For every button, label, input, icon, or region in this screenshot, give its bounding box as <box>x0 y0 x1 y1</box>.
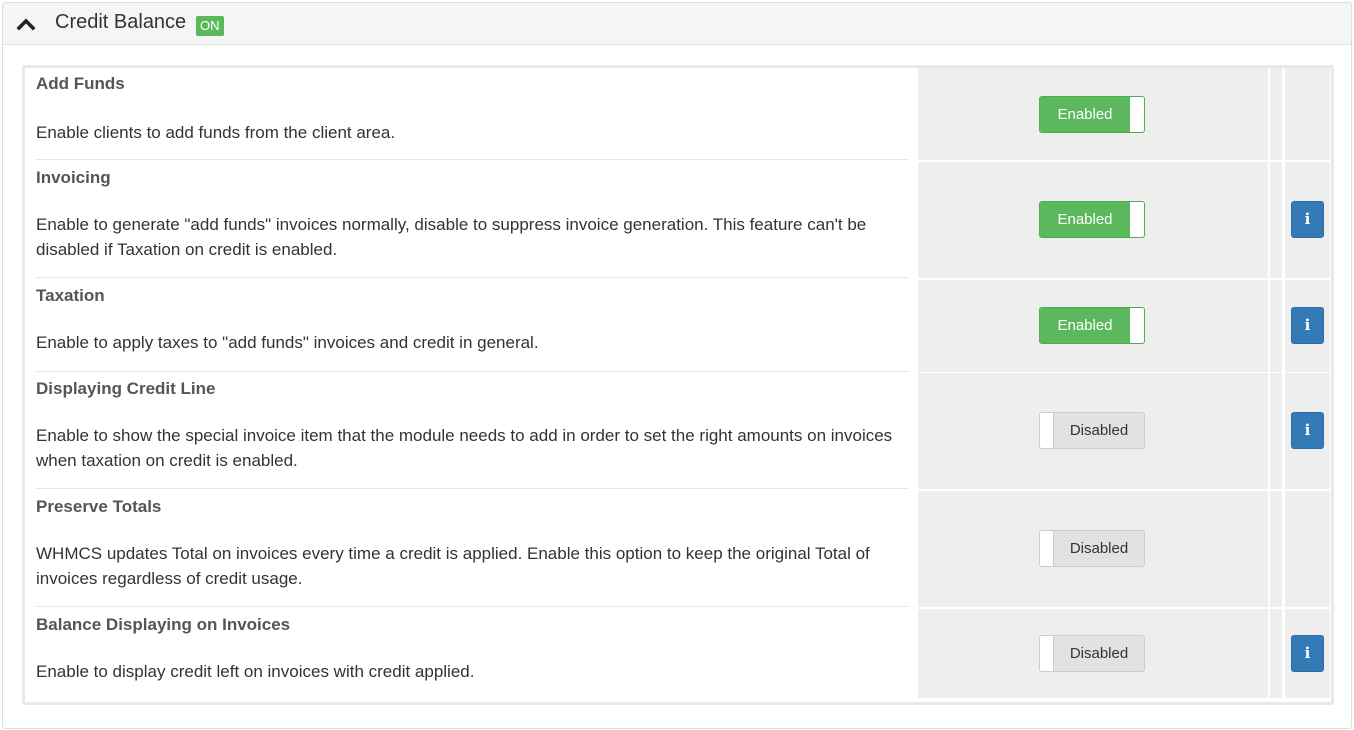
displaying-credit-line-info-button[interactable]: i <box>1291 412 1324 449</box>
spacer-cell <box>1270 162 1282 278</box>
toggle-label: Enabled <box>1057 211 1113 228</box>
setting-title: Add Funds <box>36 74 125 93</box>
add-funds-toggle[interactable]: Enabled <box>1039 96 1145 133</box>
toggle-cell: Disabled <box>918 491 1268 607</box>
balance-displaying-toggle[interactable]: Disabled <box>1039 635 1145 672</box>
spacer-cell <box>1270 280 1282 372</box>
toggle-handle <box>1130 97 1144 132</box>
setting-row-preserve-totals: Preserve Totals WHMCS updates Total on i… <box>25 491 1331 607</box>
setting-text: Taxation Enable to apply taxes to "add f… <box>36 280 909 372</box>
toggle-cell: Disabled <box>918 373 1268 489</box>
setting-text: Invoicing Enable to generate "add funds"… <box>36 162 909 278</box>
taxation-toggle[interactable]: Enabled <box>1039 307 1145 344</box>
balance-displaying-info-button[interactable]: i <box>1291 635 1324 672</box>
setting-row-invoicing: Invoicing Enable to generate "add funds"… <box>25 162 1331 278</box>
chevron-up-icon[interactable] <box>16 15 36 31</box>
info-cell: i <box>1285 373 1330 489</box>
setting-title: Invoicing <box>36 168 111 187</box>
status-badge: ON <box>196 16 224 36</box>
setting-row-add-funds: Add Funds Enable clients to add funds fr… <box>25 68 1331 160</box>
displaying-credit-line-toggle[interactable]: Disabled <box>1039 412 1145 449</box>
info-icon: i <box>1304 644 1311 662</box>
toggle-label: Disabled <box>1069 540 1129 557</box>
setting-text: Add Funds Enable clients to add funds fr… <box>36 68 909 160</box>
toggle-cell: Enabled <box>918 280 1268 372</box>
toggle-label: Disabled <box>1069 645 1129 662</box>
spacer-cell <box>1270 491 1282 607</box>
setting-row-taxation: Taxation Enable to apply taxes to "add f… <box>25 280 1331 372</box>
spacer-cell <box>1270 68 1282 160</box>
setting-description: Enable to apply taxes to "add funds" inv… <box>36 333 539 352</box>
setting-text: Balance Displaying on Invoices Enable to… <box>36 609 909 698</box>
spacer-cell <box>1270 373 1282 489</box>
invoicing-toggle[interactable]: Enabled <box>1039 201 1145 238</box>
setting-description: WHMCS updates Total on invoices every ti… <box>36 544 870 588</box>
setting-text: Preserve Totals WHMCS updates Total on i… <box>36 491 909 607</box>
info-cell <box>1285 68 1330 160</box>
setting-description: Enable to generate "add funds" invoices … <box>36 215 867 259</box>
toggle-cell: Disabled <box>918 609 1268 698</box>
setting-description: Enable to show the special invoice item … <box>36 426 893 470</box>
info-icon: i <box>1304 316 1311 334</box>
toggle-label: Disabled <box>1069 422 1129 439</box>
panel-title: Credit Balance <box>55 11 187 33</box>
setting-title: Balance Displaying on Invoices <box>36 615 291 634</box>
info-cell: i <box>1285 162 1330 278</box>
toggle-cell: Enabled <box>918 68 1268 160</box>
toggle-label: Enabled <box>1057 106 1113 123</box>
toggle-handle <box>1130 308 1144 343</box>
toggle-cell: Enabled <box>918 162 1268 278</box>
info-cell: i <box>1285 280 1330 372</box>
setting-description: Enable to display credit left on invoice… <box>36 662 475 681</box>
toggle-label: Enabled <box>1057 317 1113 334</box>
toggle-handle <box>1040 636 1054 671</box>
panel-heading[interactable]: Credit Balance ON <box>3 3 1351 45</box>
settings-table: Add Funds Enable clients to add funds fr… <box>22 65 1334 705</box>
credit-balance-panel: Credit Balance ON Add Funds Enable clien… <box>2 2 1352 729</box>
setting-title: Taxation <box>36 286 105 305</box>
info-cell <box>1285 491 1330 607</box>
preserve-totals-toggle[interactable]: Disabled <box>1039 530 1145 567</box>
info-icon: i <box>1304 421 1311 439</box>
info-icon: i <box>1304 210 1311 228</box>
setting-row-balance-displaying: Balance Displaying on Invoices Enable to… <box>25 609 1331 698</box>
taxation-info-button[interactable]: i <box>1291 307 1324 344</box>
toggle-handle <box>1040 413 1054 448</box>
spacer-cell <box>1270 609 1282 698</box>
toggle-handle <box>1040 531 1054 566</box>
setting-row-displaying-credit-line: Displaying Credit Line Enable to show th… <box>25 373 1331 489</box>
toggle-handle <box>1130 202 1144 237</box>
setting-text: Displaying Credit Line Enable to show th… <box>36 373 909 489</box>
invoicing-info-button[interactable]: i <box>1291 201 1324 238</box>
setting-title: Preserve Totals <box>36 497 162 516</box>
setting-description: Enable clients to add funds from the cli… <box>36 123 396 142</box>
setting-title: Displaying Credit Line <box>36 379 216 398</box>
info-cell: i <box>1285 609 1330 698</box>
